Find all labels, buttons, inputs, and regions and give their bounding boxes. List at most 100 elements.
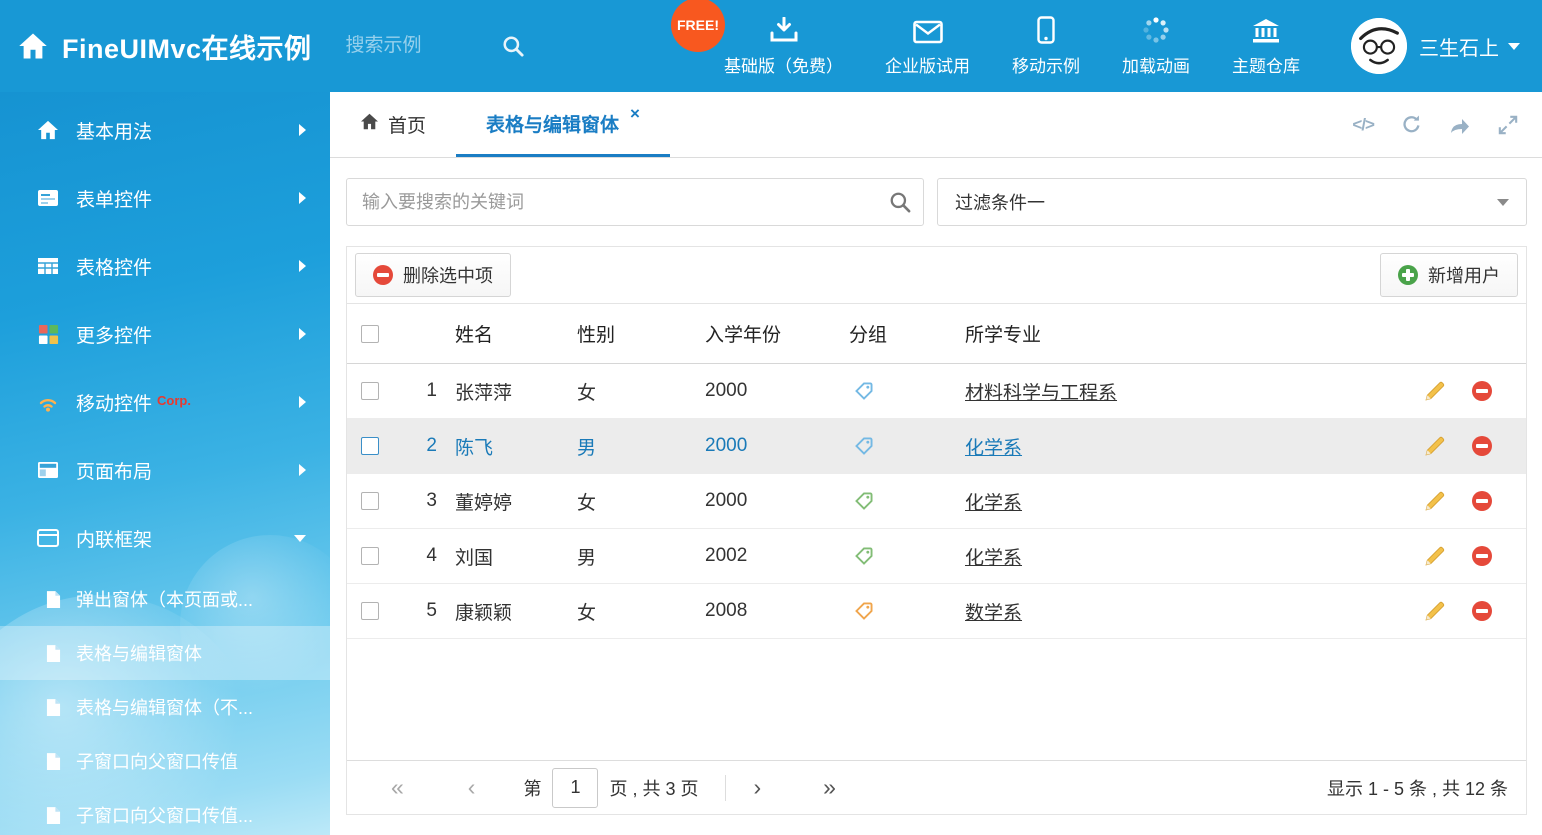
document-icon [46,590,61,609]
header-search-input[interactable] [346,35,496,57]
document-icon [46,644,61,663]
row-checkbox[interactable] [361,437,379,455]
row-checkbox[interactable] [361,492,379,510]
keyword-search-input[interactable] [346,178,924,226]
row-checkbox[interactable] [361,382,379,400]
nav-mobile-demo[interactable]: 移动示例 [991,16,1101,77]
fullscreen-icon[interactable] [1498,115,1518,135]
cell-name: 康颖颖 [455,598,577,625]
home-logo-icon[interactable] [18,32,48,60]
major-link[interactable]: 化学系 [965,493,1022,514]
subitem-child-to-parent[interactable]: 子窗口向父窗口传值 [0,734,330,788]
delete-icon[interactable] [1472,491,1492,511]
delete-icon[interactable] [1472,601,1492,621]
chevron-down-icon [1497,199,1509,206]
major-link[interactable]: 数学系 [965,603,1022,624]
user-menu[interactable]: 三生石上 [1351,18,1520,74]
sidebar-menu: 基本用法 表单控件 表格控件 更多 [0,92,330,835]
subitem-child-to-parent-2[interactable]: 子窗口向父窗口传值... [0,788,330,835]
table-row[interactable]: 2 陈飞 男 2000 化学系 [347,419,1526,474]
tab-home[interactable]: 首页 [330,92,456,157]
column-header-group[interactable]: 分组 [849,320,965,347]
cell-year: 2000 [705,435,849,457]
chevron-right-icon [299,260,306,272]
tag-icon[interactable] [855,492,873,510]
sidebar-item-basic-usage[interactable]: 基本用法 [0,96,330,164]
delete-selected-button[interactable]: 删除选中项 [355,253,511,297]
source-code-icon[interactable]: </> [1352,115,1374,135]
table-icon [36,254,60,278]
sidebar-submenu: 弹出窗体（本页面或... 表格与编辑窗体 表格与编辑窗体（不... 子窗口向父窗… [0,572,330,835]
column-header-gender[interactable]: 性别 [577,320,705,347]
page-number-input[interactable] [552,768,598,808]
open-in-new-icon[interactable] [1449,115,1471,135]
row-number: 5 [393,600,455,622]
search-icon[interactable] [889,191,911,213]
sidebar-item-iframe[interactable]: 内联框架 [0,504,330,572]
edit-icon[interactable] [1424,545,1446,567]
sidebar-item-grid-controls[interactable]: 表格控件 [0,232,330,300]
sidebar-item-label: 页面布局 [76,457,152,484]
tag-icon[interactable] [855,547,873,565]
filter-dropdown[interactable]: 过滤条件一 [937,178,1527,226]
delete-icon[interactable] [1472,436,1492,456]
sidebar-item-page-layout[interactable]: 页面布局 [0,436,330,504]
search-icon[interactable] [502,35,524,57]
prev-page-button[interactable]: ‹ [468,776,476,799]
tab-bar: 首页 表格与编辑窗体 × </> [330,92,1542,158]
home-icon [360,113,379,136]
nav-theme-store[interactable]: 主题仓库 [1211,16,1321,77]
column-header-major[interactable]: 所学专业 [965,320,1414,347]
subitem-grid-edit-window-2[interactable]: 表格与编辑窗体（不... [0,680,330,734]
cell-year: 2002 [705,545,849,567]
nav-basic-free[interactable]: FREE! 基础版（免费） [703,16,864,77]
sidebar-item-label: 表单控件 [76,185,152,212]
edit-icon[interactable] [1424,600,1446,622]
column-header-year[interactable]: 入学年份 [705,320,849,347]
tag-icon[interactable] [855,382,873,400]
row-checkbox[interactable] [361,602,379,620]
table-row[interactable]: 5 康颖颖 女 2008 数学系 [347,584,1526,639]
column-header-name[interactable]: 姓名 [455,320,577,347]
user-name-text: 三生石上 [1419,32,1499,61]
sidebar-item-mobile-controls[interactable]: 移动控件 Corp. [0,368,330,436]
tab-grid-edit-window[interactable]: 表格与编辑窗体 × [456,92,670,157]
next-page-button[interactable]: › [753,776,761,799]
edit-icon[interactable] [1424,435,1446,457]
nav-loading-animation[interactable]: 加载动画 [1101,16,1211,77]
subitem-popup-window[interactable]: 弹出窗体（本页面或... [0,572,330,626]
delete-icon[interactable] [1472,546,1492,566]
tab-label: 首页 [388,111,426,138]
subitem-grid-edit-window[interactable]: 表格与编辑窗体 [0,626,330,680]
bank-icon [1251,16,1281,44]
major-link[interactable]: 化学系 [965,438,1022,459]
major-link[interactable]: 化学系 [965,548,1022,569]
sidebar-item-more-controls[interactable]: 更多控件 [0,300,330,368]
edit-icon[interactable] [1424,380,1446,402]
cell-name: 张萍萍 [455,378,577,405]
tag-icon[interactable] [855,437,873,455]
nav-enterprise-trial[interactable]: 企业版试用 [864,16,991,77]
add-user-button[interactable]: 新增用户 [1380,253,1518,297]
nav-label: 主题仓库 [1232,52,1300,77]
pager-divider [725,775,726,801]
refresh-icon[interactable] [1401,114,1422,135]
table-row[interactable]: 1 张萍萍 女 2000 材料科学与工程系 [347,364,1526,419]
tag-icon[interactable] [855,602,873,620]
tab-label: 表格与编辑窗体 [486,110,619,137]
layout-icon [36,458,60,482]
sidebar-item-form-controls[interactable]: 表单控件 [0,164,330,232]
chevron-right-icon [299,328,306,340]
row-number: 2 [393,435,455,457]
cell-gender: 女 [577,378,705,405]
row-checkbox[interactable] [361,547,379,565]
edit-icon[interactable] [1424,490,1446,512]
table-row[interactable]: 4 刘国 男 2002 化学系 [347,529,1526,584]
close-icon[interactable]: × [630,104,640,124]
first-page-button[interactable]: « [391,776,404,799]
delete-icon[interactable] [1472,381,1492,401]
table-row[interactable]: 3 董婷婷 女 2000 化学系 [347,474,1526,529]
major-link[interactable]: 材料科学与工程系 [965,383,1117,404]
last-page-button[interactable]: » [823,776,836,799]
select-all-checkbox[interactable] [361,325,379,343]
